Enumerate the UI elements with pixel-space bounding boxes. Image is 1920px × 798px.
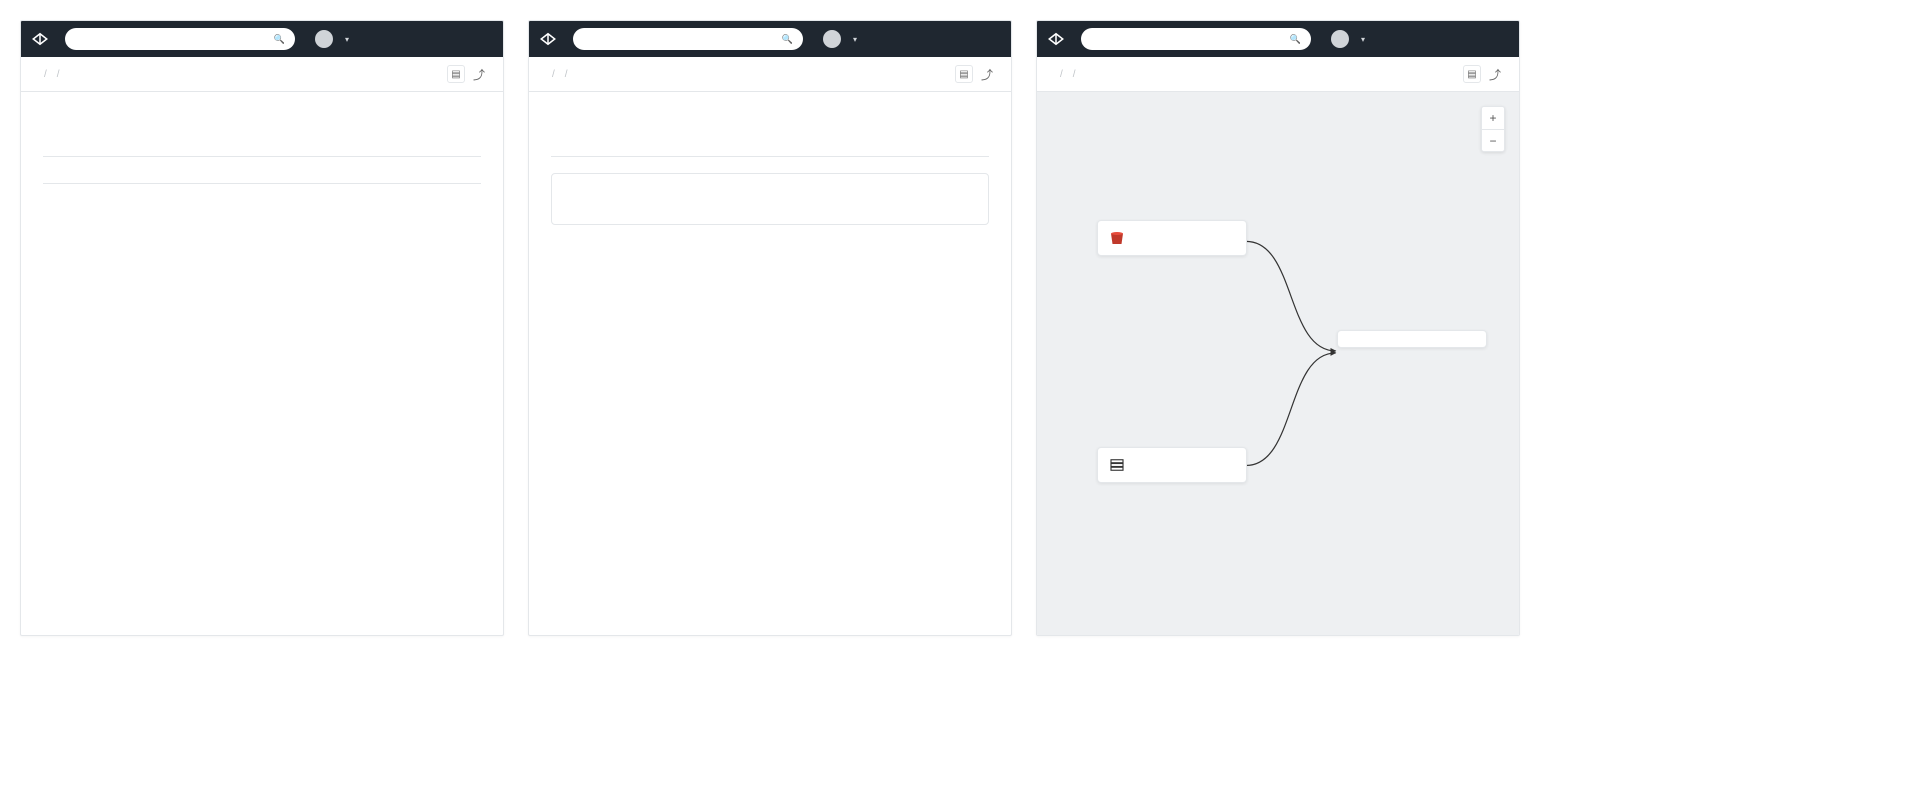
zoom-in-button[interactable]: + (1482, 107, 1504, 129)
chevron-down-icon[interactable]: ▾ (853, 35, 857, 44)
logo-icon (31, 30, 49, 48)
avatar[interactable] (823, 30, 841, 48)
copy-link-button[interactable]: ▤ (955, 65, 973, 83)
tabs (43, 146, 481, 157)
app-logo[interactable] (1047, 30, 1071, 48)
share-icon[interactable]: ⤴ (1489, 66, 1501, 83)
sources-card (551, 173, 989, 225)
breadcrumb: / / ▤ ⤴ (529, 57, 1011, 92)
search-icon: 🔍 (782, 34, 793, 45)
panel-lineage: 🔍 ▾ / / ▤ ⤴ (1036, 20, 1520, 636)
share-icon[interactable]: ⤴ (981, 66, 993, 83)
zoom-out-button[interactable]: − (1482, 129, 1504, 151)
graph-node-glue[interactable] (1097, 447, 1247, 483)
lineage-canvas[interactable]: + − (1037, 92, 1519, 635)
share-icon[interactable]: ⤴ (473, 66, 485, 83)
panel-features: 🔍 ▾ / / ▤ ⤴ (20, 20, 504, 636)
top-bar: 🔍 ▾ (1037, 21, 1519, 57)
copy-link-button[interactable]: ▤ (1463, 65, 1481, 83)
search-icon: 🔍 (274, 34, 285, 45)
breadcrumb: / / ▤ ⤴ (1037, 57, 1519, 92)
search-input[interactable]: 🔍 (573, 28, 803, 50)
search-input[interactable]: 🔍 (65, 28, 295, 50)
zoom-controls: + − (1481, 106, 1505, 152)
chevron-down-icon[interactable]: ▾ (345, 35, 349, 44)
breadcrumb: / / ▤ ⤴ (21, 57, 503, 92)
top-bar: 🔍 ▾ (529, 21, 1011, 57)
top-bar: 🔍 ▾ (21, 21, 503, 57)
crumb-sep: / (57, 69, 60, 80)
avatar[interactable] (1331, 30, 1349, 48)
graph-node-target[interactable] (1337, 330, 1487, 348)
app-logo[interactable] (31, 30, 55, 48)
search-icon: 🔍 (1290, 34, 1301, 45)
app-logo[interactable] (539, 30, 563, 48)
panel-body (21, 92, 503, 635)
avatar[interactable] (315, 30, 333, 48)
features-table (43, 171, 481, 184)
graph-edges (1037, 92, 1519, 630)
copy-link-button[interactable]: ▤ (447, 65, 465, 83)
database-icon (1108, 456, 1126, 474)
search-input[interactable]: 🔍 (1081, 28, 1311, 50)
crumb-sep: / (44, 69, 47, 80)
panel-body (529, 92, 1011, 635)
logo-icon (1047, 30, 1065, 48)
chevron-down-icon[interactable]: ▾ (1361, 35, 1365, 44)
tabs (551, 146, 989, 157)
bucket-icon (1108, 229, 1126, 247)
panel-sources: 🔍 ▾ / / ▤ ⤴ (528, 20, 1012, 636)
graph-node-s3[interactable] (1097, 220, 1247, 256)
logo-icon (539, 30, 557, 48)
